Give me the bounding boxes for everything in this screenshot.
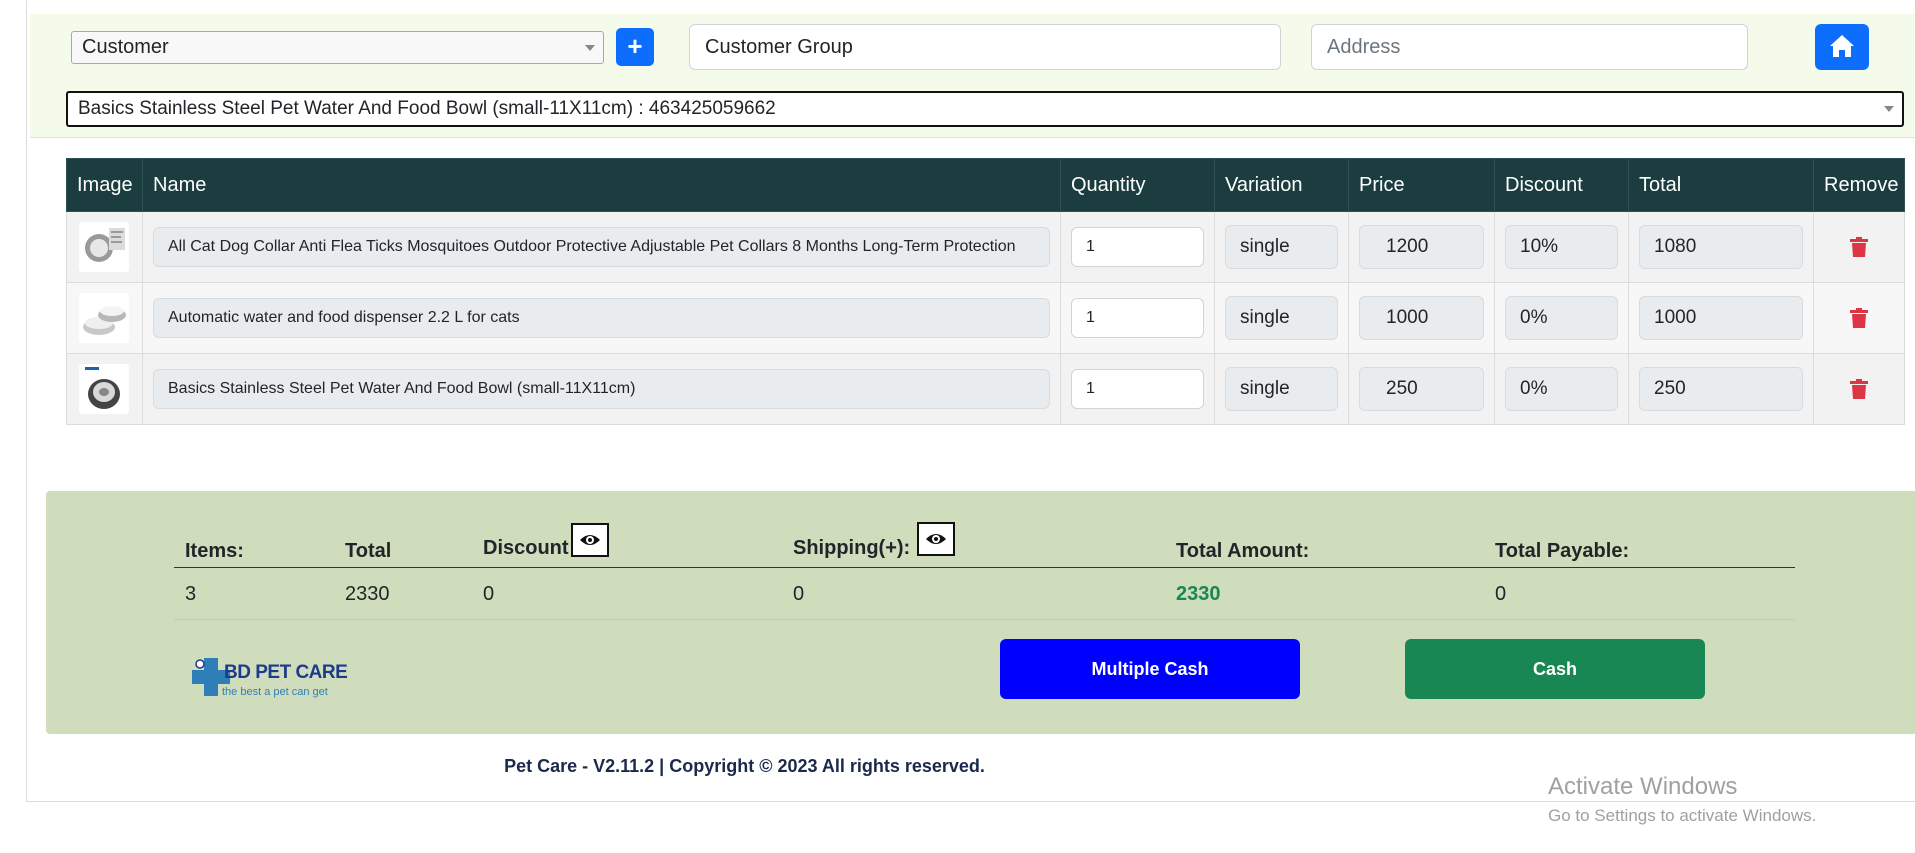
shipping-value: 0 [793, 583, 805, 605]
table-row: Basics Stainless Steel Pet Water And Foo… [66, 353, 1905, 425]
col-price: Price [1348, 158, 1495, 212]
discount-field: 0% [1505, 296, 1618, 340]
col-quantity: Quantity [1060, 158, 1215, 212]
eye-icon [926, 534, 946, 544]
shipping-toggle-button[interactable] [917, 522, 955, 556]
add-customer-button[interactable]: + [616, 28, 654, 66]
logo-title: BD PET CARE [224, 662, 348, 683]
variation-field: single [1225, 225, 1338, 269]
row-total-field: 250 [1639, 367, 1803, 411]
home-icon [1830, 35, 1854, 57]
discount-toggle-button[interactable] [571, 523, 609, 557]
row-total-field: 1080 [1639, 225, 1803, 269]
discount-value: 0 [483, 583, 495, 605]
brand-logo: BD PET CARE the best a pet can get [190, 652, 370, 704]
home-button[interactable] [1815, 24, 1869, 70]
variation-field: single [1225, 367, 1338, 411]
trash-icon[interactable] [1850, 379, 1868, 399]
customer-select-value: Customer [82, 36, 169, 58]
product-select-value: Basics Stainless Steel Pet Water And Foo… [78, 98, 776, 119]
quantity-input[interactable]: 1 [1071, 298, 1204, 338]
total-payable-label: Total Payable: [1495, 540, 1630, 562]
windows-watermark-title: Activate Windows [1548, 773, 1738, 800]
total-label: Total [345, 540, 392, 562]
product-name-field: All Cat Dog Collar Anti Flea Ticks Mosqu… [153, 227, 1050, 267]
windows-watermark-subtitle: Go to Settings to activate Windows. [1548, 806, 1817, 825]
customer-select[interactable]: Customer [71, 31, 604, 64]
product-image-collar [79, 222, 129, 272]
col-total: Total [1628, 158, 1814, 212]
table-row: All Cat Dog Collar Anti Flea Ticks Mosqu… [66, 211, 1905, 283]
shipping-label: Shipping(+): [793, 537, 911, 559]
customer-group-field[interactable]: Customer Group [689, 24, 1281, 70]
quantity-input[interactable]: 1 [1071, 227, 1204, 267]
price-field: 1200 [1359, 225, 1484, 269]
col-variation: Variation [1214, 158, 1349, 212]
table-header-row: Image Name Quantity Variation Price Disc… [66, 158, 1905, 212]
col-name: Name [142, 158, 1061, 212]
items-value: 3 [185, 583, 197, 605]
cart-table: Image Name Quantity Variation Price Disc… [66, 158, 1905, 425]
total-value: 2330 [345, 583, 390, 605]
chevron-down-icon [1884, 106, 1894, 112]
col-remove: Remove [1813, 158, 1905, 212]
summary-divider [174, 567, 1795, 568]
eye-icon [580, 535, 600, 545]
logo-tagline: the best a pet can get [222, 686, 328, 698]
col-discount: Discount [1494, 158, 1629, 212]
chevron-down-icon [585, 45, 595, 51]
total-payable-value: 0 [1495, 583, 1507, 605]
price-field: 250 [1359, 367, 1484, 411]
discount-field: 10% [1505, 225, 1618, 269]
address-field[interactable]: Address [1311, 24, 1748, 70]
product-search-select[interactable]: Basics Stainless Steel Pet Water And Foo… [66, 91, 1904, 127]
discount-label: Discount [483, 537, 569, 559]
multiple-cash-button[interactable]: Multiple Cash [1000, 639, 1300, 699]
product-name-field: Basics Stainless Steel Pet Water And Foo… [153, 369, 1050, 409]
product-name-field: Automatic water and food dispenser 2.2 L… [153, 298, 1050, 338]
col-image: Image [66, 158, 143, 212]
product-image-bowl [79, 364, 129, 414]
row-total-field: 1000 [1639, 296, 1803, 340]
summary-divider-light [174, 619, 1795, 620]
total-amount-label: Total Amount: [1176, 540, 1310, 562]
price-field: 1000 [1359, 296, 1484, 340]
discount-field: 0% [1505, 367, 1618, 411]
quantity-input[interactable]: 1 [1071, 369, 1204, 409]
cash-button[interactable]: Cash [1405, 639, 1705, 699]
trash-icon[interactable] [1850, 308, 1868, 328]
items-label: Items: [185, 540, 244, 562]
product-image-dispenser [79, 293, 129, 343]
trash-icon[interactable] [1850, 237, 1868, 257]
variation-field: single [1225, 296, 1338, 340]
footer-copyright: Pet Care - V2.11.2 | Copyright © 2023 Al… [504, 756, 985, 776]
table-row: Automatic water and food dispenser 2.2 L… [66, 282, 1905, 354]
total-amount-value: 2330 [1176, 583, 1221, 605]
